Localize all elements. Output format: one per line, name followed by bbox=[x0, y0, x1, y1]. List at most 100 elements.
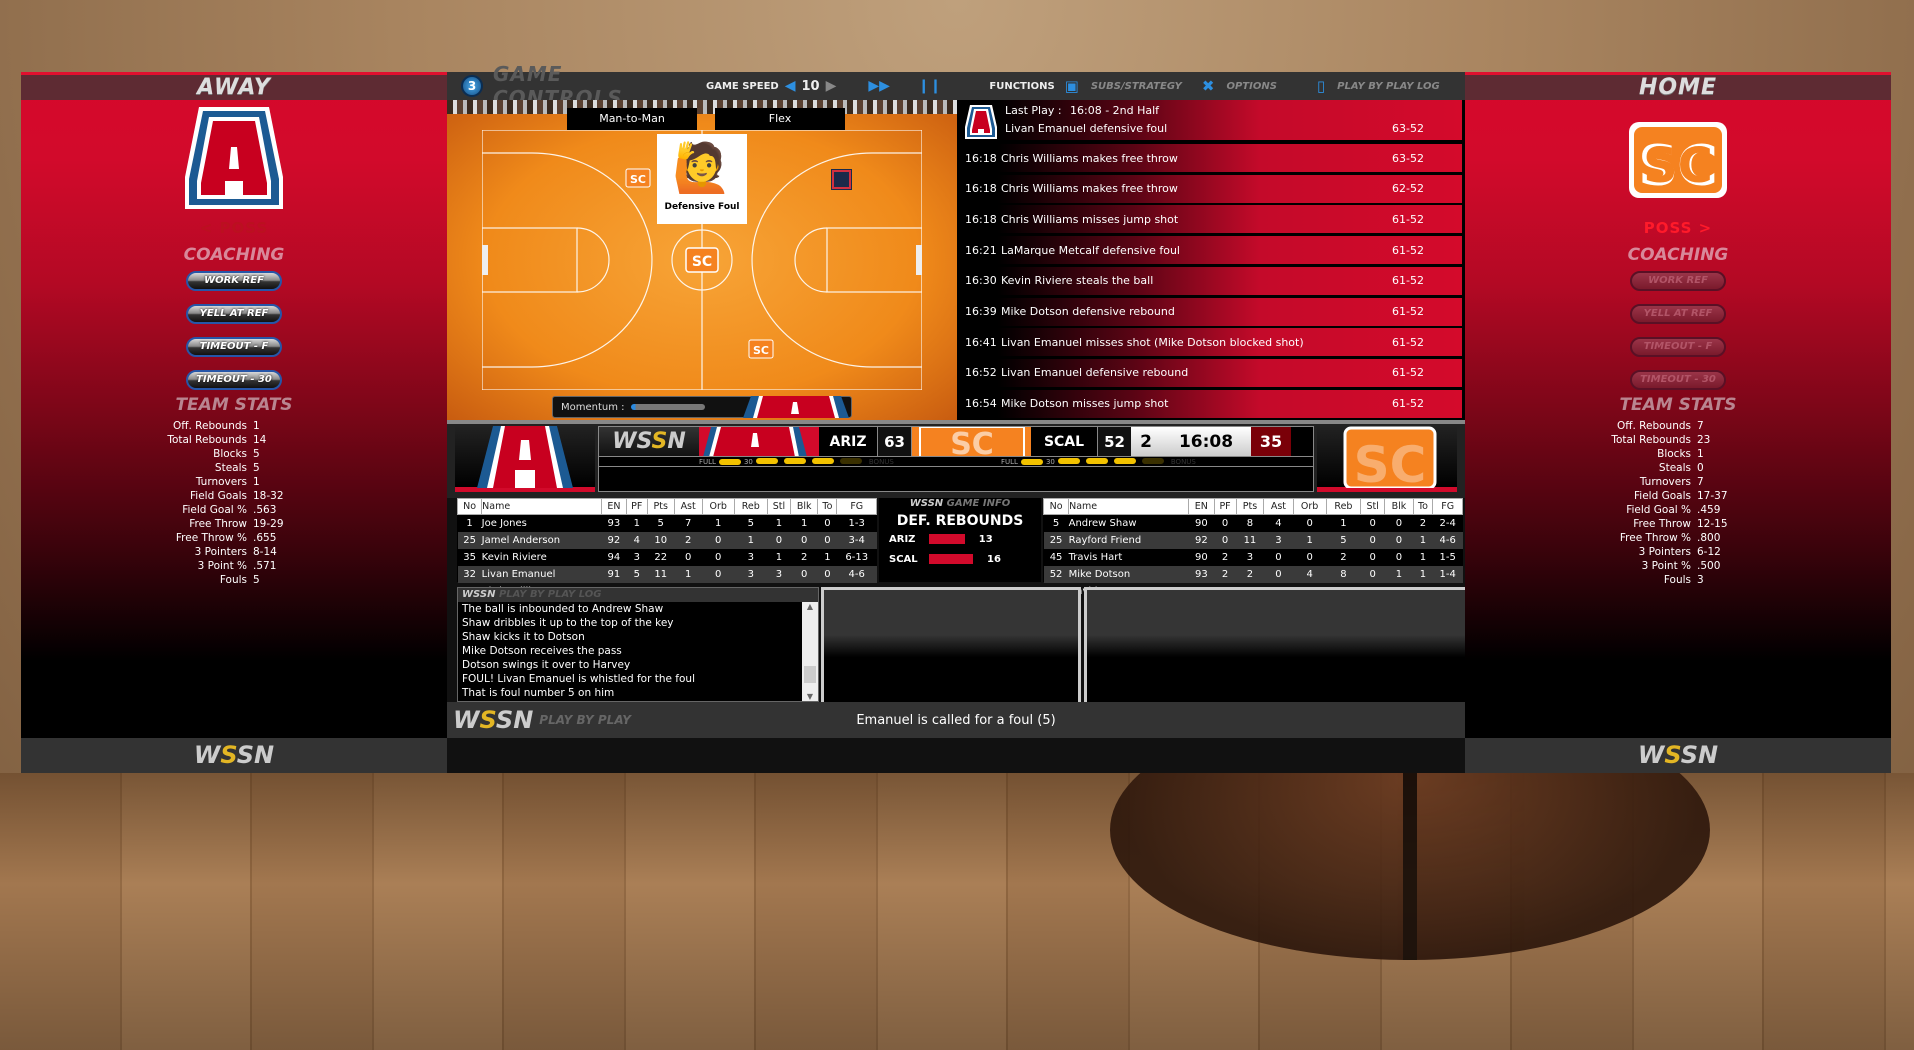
player-name: Andrew Shaw bbox=[1068, 517, 1137, 529]
player-row[interactable]: 52 Mike Dotson 93 2 2 0 4 8 0 1 1 1-4 bbox=[1043, 565, 1463, 583]
column-header[interactable]: PF bbox=[1213, 498, 1237, 515]
player-stat: 0 bbox=[715, 551, 722, 563]
player-name: Rayford Friend bbox=[1068, 531, 1189, 549]
play-score: 61-52 bbox=[1392, 366, 1424, 380]
player-row[interactable]: 1 Joe Jones 93 1 5 7 1 5 1 1 0 1-3 bbox=[458, 515, 877, 532]
speed-increase-icon[interactable]: ▶ bbox=[826, 78, 837, 94]
home-timeout-30-button[interactable]: TIMEOUT - 30 bbox=[1630, 370, 1726, 390]
player-stat: 91 bbox=[601, 565, 627, 583]
play-row: 16:41 Livan Emanuel misses shot (Mike Dot… bbox=[957, 328, 1462, 359]
column-header[interactable]: Pts bbox=[1235, 498, 1265, 515]
player-row[interactable]: 5 Andrew Shaw 90 0 8 4 0 1 0 0 2 2-4 bbox=[1044, 515, 1463, 532]
play-row: 16:18 Chris Williams misses jump shot 61-5… bbox=[957, 205, 1462, 236]
play-time: 16:18 bbox=[965, 212, 997, 226]
column-header[interactable]: Pts bbox=[646, 498, 675, 515]
pause-icon[interactable]: ❙❙ bbox=[918, 78, 941, 94]
stat-label: Steals bbox=[1658, 462, 1691, 474]
column-header[interactable]: EN bbox=[601, 498, 627, 515]
log-line: Shaw dribbles it up to the top of the ke… bbox=[462, 617, 674, 629]
away-yell-at-ref-button[interactable]: YELL AT REF bbox=[186, 304, 282, 324]
player-row[interactable]: 45 Travis Hart 90 2 3 0 0 2 0 0 1 1-5 bbox=[1044, 549, 1463, 566]
column-header[interactable]: Stl bbox=[766, 498, 792, 515]
column-header[interactable]: Reb bbox=[733, 498, 768, 515]
column-header[interactable]: Orb bbox=[1292, 498, 1327, 515]
momentum-label: Momentum : bbox=[561, 401, 625, 413]
stat-label: 3 Point % bbox=[197, 560, 247, 572]
player-marker[interactable] bbox=[831, 169, 852, 190]
column-header[interactable]: FG bbox=[836, 498, 877, 515]
player-stat: 1 bbox=[1340, 517, 1347, 529]
stat-row: Off. Rebounds 7 bbox=[1465, 419, 1891, 433]
column-header[interactable]: Blk bbox=[1384, 498, 1414, 515]
home-offense-selector[interactable]: Flex bbox=[715, 108, 845, 130]
fast-forward-icon[interactable]: ▶▶ bbox=[868, 78, 890, 94]
away-work-ref-button[interactable]: WORK REF bbox=[186, 271, 282, 291]
stat-value: .563 bbox=[253, 504, 277, 516]
player-stat: 1 bbox=[1293, 531, 1327, 549]
away-timeout-full-button[interactable]: TIMEOUT - F bbox=[186, 337, 282, 357]
play-description: Mike Dotson defensive rebound bbox=[1001, 305, 1175, 318]
stat-label: Blocks bbox=[213, 448, 247, 460]
play-by-play-log-button[interactable]: ▯ PLAY BY PLAY LOG bbox=[1317, 77, 1440, 95]
home-yell-at-ref-button[interactable]: YELL AT REF bbox=[1630, 304, 1726, 324]
player-stat: 3 bbox=[633, 551, 640, 563]
column-header[interactable]: Ast bbox=[673, 498, 703, 515]
player-row[interactable]: 25 Jamel Anderson 92 4 10 2 0 1 0 0 0 3-4 bbox=[457, 531, 877, 549]
player-stat: 1 bbox=[633, 517, 640, 529]
column-header[interactable]: Blk bbox=[790, 498, 819, 515]
play-row: 16:18 Chris Williams makes free throw 63-5… bbox=[957, 144, 1462, 174]
svg-text:SC: SC bbox=[630, 173, 646, 186]
svg-text:SC: SC bbox=[950, 427, 994, 456]
player-row[interactable]: 32 Livan Emanuel 91 5 11 1 0 3 3 0 0 4-6 bbox=[457, 565, 877, 583]
away-timeout-30-button[interactable]: TIMEOUT - 30 bbox=[186, 370, 282, 390]
stat-label: Free Throw bbox=[189, 518, 247, 530]
court-logo-top: SC bbox=[625, 168, 651, 188]
home-work-ref-button[interactable]: WORK REF bbox=[1630, 271, 1726, 291]
empty-panel-1 bbox=[821, 587, 1081, 702]
column-header[interactable]: Reb bbox=[1325, 498, 1362, 515]
play-score: 62-52 bbox=[1392, 182, 1424, 196]
speed-decrease-icon[interactable]: ◀ bbox=[785, 78, 796, 94]
player-stat: 1 bbox=[1413, 531, 1433, 549]
stat-label: Blocks bbox=[1657, 448, 1691, 460]
player-stat: 92 bbox=[1188, 531, 1215, 549]
player-row[interactable]: 25 Rayford Friend 92 0 11 3 1 5 0 0 1 4-6 bbox=[1043, 531, 1463, 549]
stat-row: Off. Rebounds 1 bbox=[21, 419, 447, 433]
column-header[interactable]: PF bbox=[625, 498, 648, 515]
column-header[interactable]: FG bbox=[1432, 498, 1463, 515]
away-defense-selector[interactable]: Man-to-Man bbox=[567, 108, 697, 130]
column-header[interactable]: Orb bbox=[701, 498, 735, 515]
column-header[interactable]: EN bbox=[1188, 498, 1215, 515]
column-header[interactable]: Stl bbox=[1360, 498, 1386, 515]
away-team-logo bbox=[185, 107, 283, 209]
player-row[interactable]: 35 Kevin Riviere 94 3 22 0 0 3 1 2 1 6-13 bbox=[458, 549, 877, 566]
scroll-up-icon[interactable]: ▲ bbox=[802, 602, 818, 611]
home-timeout-full-button[interactable]: TIMEOUT - F bbox=[1630, 337, 1726, 357]
stat-label: Fouls bbox=[219, 574, 247, 586]
log-scrollbar[interactable]: ▲ ▼ bbox=[802, 602, 818, 701]
column-header[interactable]: No bbox=[456, 498, 483, 515]
column-header[interactable]: To bbox=[1412, 498, 1434, 515]
ticker-message: Emanuel is called for a foul (5) bbox=[856, 712, 1056, 728]
player-stat: 2 bbox=[1221, 551, 1229, 563]
scroll-thumb[interactable] bbox=[804, 666, 816, 683]
scroll-down-icon[interactable]: ▼ bbox=[802, 692, 818, 701]
column-header[interactable]: Name bbox=[1068, 498, 1190, 515]
column-header[interactable]: Ast bbox=[1263, 498, 1294, 515]
subs-strategy-button[interactable]: ▣ SUBS/STRATEGY bbox=[1065, 77, 1182, 95]
player-stat: 0 bbox=[1369, 517, 1376, 529]
options-button[interactable]: ✖ OPTIONS bbox=[1202, 77, 1277, 95]
play-row: 16:30 Kevin Riviere steals the ball 61-52 bbox=[957, 266, 1462, 297]
column-header[interactable]: Name bbox=[481, 498, 603, 515]
column-header[interactable]: No bbox=[1042, 498, 1070, 515]
player-stat: 8 bbox=[1326, 565, 1361, 583]
column-header[interactable]: To bbox=[817, 498, 838, 515]
stat-value: 0 bbox=[1697, 462, 1704, 474]
last-play-label: Last Play : bbox=[1005, 104, 1062, 117]
stat-value: 18-32 bbox=[253, 490, 284, 502]
player-stat: 0 bbox=[1275, 551, 1282, 563]
left-hoop-icon bbox=[482, 245, 488, 275]
stat-row: Free Throw 19-29 bbox=[21, 517, 447, 531]
stat-row: Fouls 5 bbox=[21, 573, 447, 587]
game-speed-label: GAME SPEED bbox=[706, 80, 779, 92]
